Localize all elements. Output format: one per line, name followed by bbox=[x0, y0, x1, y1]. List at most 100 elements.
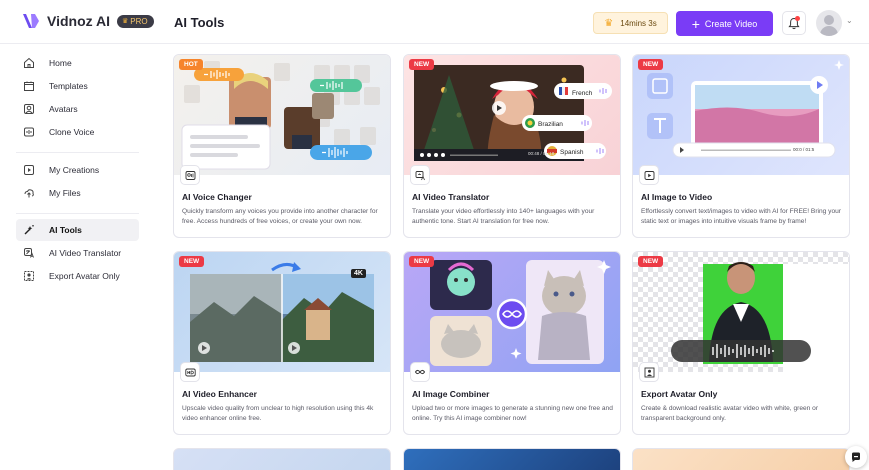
infinity-icon bbox=[411, 363, 429, 381]
play-icon bbox=[22, 163, 36, 177]
time-remaining-label: 14mins 3s bbox=[620, 18, 657, 28]
card-image bbox=[633, 252, 849, 372]
tool-card-partial[interactable] bbox=[632, 448, 850, 470]
new-tag: NEW bbox=[179, 256, 205, 267]
card-image: 00:0 / 01:5 bbox=[633, 55, 849, 175]
new-tag: NEW bbox=[409, 59, 435, 70]
image-to-video-illustration bbox=[647, 60, 844, 158]
sidebar-item-label: AI Video Translator bbox=[49, 248, 122, 258]
crown-icon: ♛ bbox=[122, 18, 129, 25]
sidebar-item-label: Export Avatar Only bbox=[49, 271, 120, 281]
sidebar-item-my-files[interactable]: My Files bbox=[16, 182, 139, 204]
brand-logo[interactable]: Vidnoz AI ♛ PRO bbox=[22, 13, 154, 29]
create-video-label: Create Video bbox=[704, 18, 758, 29]
sidebar-item-ai-video-translator[interactable]: AI Video Translator bbox=[16, 242, 139, 264]
sidebar-item-label: My Creations bbox=[49, 165, 100, 175]
card-title: AI Image to Video bbox=[641, 192, 713, 202]
language-french: French bbox=[572, 90, 593, 97]
pro-badge: ♛ PRO bbox=[117, 14, 154, 28]
tools-icon bbox=[22, 223, 36, 237]
app-root: Vidnoz AI ♛ PRO AI Tools ♛ 14mins 3s + Cr… bbox=[0, 0, 869, 470]
tool-card-partial[interactable] bbox=[173, 448, 391, 470]
user-avatar[interactable] bbox=[816, 10, 842, 36]
sidebar-item-clone-voice[interactable]: Clone Voice bbox=[16, 121, 139, 143]
card-description: Quickly transform any voices you provide… bbox=[182, 208, 378, 225]
sidebar-item-home[interactable]: Home bbox=[16, 52, 139, 74]
card-title: AI Video Enhancer bbox=[182, 389, 257, 399]
sidebar-divider bbox=[16, 213, 139, 214]
sidebar-item-label: AI Tools bbox=[49, 225, 82, 235]
card-description: Create & download realistic avatar video… bbox=[641, 405, 819, 422]
card-title: AI Video Translator bbox=[412, 192, 490, 202]
avatar-icon bbox=[22, 102, 36, 116]
tool-card-ai-video-enhancer[interactable]: 4K NEW AI Video Enhancer Upscale video q… bbox=[173, 251, 391, 435]
translate-icon bbox=[411, 166, 429, 184]
tool-card-ai-image-combiner[interactable]: NEW AI Image Combiner Upload two or more… bbox=[403, 251, 621, 435]
export-avatar-illustration bbox=[633, 252, 849, 372]
sidebar-item-templates[interactable]: Templates bbox=[16, 75, 139, 97]
video-translator-illustration bbox=[414, 65, 612, 161]
sidebar-item-label: Avatars bbox=[49, 104, 78, 114]
chat-icon bbox=[852, 452, 860, 462]
tool-card-partial[interactable] bbox=[403, 448, 621, 470]
sidebar-divider bbox=[16, 152, 139, 153]
tool-card-export-avatar-only[interactable]: NEW Export Avatar Only Create & download… bbox=[632, 251, 850, 435]
create-video-button[interactable]: + Create Video bbox=[676, 11, 773, 36]
tool-card-ai-video-translator[interactable]: 00:48 / 01:18 French Brazilian Spanish N… bbox=[403, 54, 621, 238]
hd-icon bbox=[181, 363, 199, 381]
sidebar-item-my-creations[interactable]: My Creations bbox=[16, 159, 139, 181]
pro-badge-label: PRO bbox=[130, 16, 148, 26]
card-title: Export Avatar Only bbox=[641, 389, 718, 399]
sidebar-item-label: Home bbox=[49, 58, 72, 68]
translate-icon bbox=[22, 246, 36, 260]
avatar-body bbox=[820, 26, 838, 36]
brand-name: Vidnoz AI bbox=[47, 13, 110, 29]
notification-dot bbox=[795, 16, 800, 21]
card-image: 00:48 / 01:18 French Brazilian Spanish bbox=[404, 55, 620, 175]
sidebar-item-avatars[interactable]: Avatars bbox=[16, 98, 139, 120]
support-chat-button[interactable] bbox=[845, 446, 867, 468]
card-title: AI Voice Changer bbox=[182, 192, 252, 202]
home-icon bbox=[22, 56, 36, 70]
crown-icon: ♛ bbox=[604, 17, 614, 29]
sidebar-item-export-avatar-only[interactable]: Export Avatar Only bbox=[16, 265, 139, 287]
4k-badge: 4K bbox=[351, 269, 366, 278]
page-title: AI Tools bbox=[174, 15, 225, 30]
player-time: 00:48 / 01:18 bbox=[528, 151, 555, 156]
card-description: Translate your video effortlessly into 1… bbox=[412, 208, 595, 225]
avatar-export-icon bbox=[22, 269, 36, 283]
time-remaining-badge[interactable]: ♛ 14mins 3s bbox=[593, 12, 668, 34]
tool-card-ai-image-to-video[interactable]: 00:0 / 01:5 NEW AI Image to Video Effort… bbox=[632, 54, 850, 238]
upload-icon bbox=[22, 186, 36, 200]
sidebar-item-ai-tools[interactable]: AI Tools bbox=[16, 219, 139, 241]
card-image: 4K bbox=[174, 252, 390, 372]
language-spanish: Spanish bbox=[560, 149, 584, 156]
sidebar: Home Templates Avatars Clone Voice My Cr… bbox=[0, 45, 150, 470]
avatar-head bbox=[824, 15, 834, 25]
language-brazilian: Brazilian bbox=[538, 121, 563, 128]
card-image bbox=[404, 252, 620, 372]
card-title: AI Image Combiner bbox=[412, 389, 490, 399]
card-description: Upload two or more images to generate a … bbox=[412, 405, 613, 422]
new-tag: NEW bbox=[638, 256, 664, 267]
image-to-video-icon bbox=[640, 166, 658, 184]
sidebar-item-label: My Files bbox=[49, 188, 81, 198]
card-image bbox=[174, 55, 390, 175]
new-tag: NEW bbox=[409, 256, 435, 267]
hot-tag: HOT bbox=[179, 59, 203, 70]
voice-changer-illustration bbox=[181, 61, 380, 170]
notifications-button[interactable] bbox=[782, 11, 806, 35]
image-combiner-illustration bbox=[430, 260, 611, 366]
top-header: Vidnoz AI ♛ PRO AI Tools ♛ 14mins 3s + Cr… bbox=[0, 0, 869, 44]
tool-card-ai-voice-changer[interactable]: HOT AI Voice Changer Quickly transform a… bbox=[173, 54, 391, 238]
player-time: 00:0 / 01:5 bbox=[793, 147, 815, 152]
new-tag: NEW bbox=[638, 59, 664, 70]
avatar-export-icon bbox=[640, 363, 658, 381]
plus-icon: + bbox=[691, 15, 700, 32]
card-description: Effortlessly convert text/images to vide… bbox=[641, 208, 841, 225]
card-description: Upscale video quality from unclear to hi… bbox=[182, 405, 374, 422]
voice-icon bbox=[22, 125, 36, 139]
chevron-down-icon[interactable]: ⌄ bbox=[846, 16, 853, 25]
sidebar-item-label: Clone Voice bbox=[49, 127, 95, 137]
vidnoz-logo-icon bbox=[23, 14, 39, 28]
